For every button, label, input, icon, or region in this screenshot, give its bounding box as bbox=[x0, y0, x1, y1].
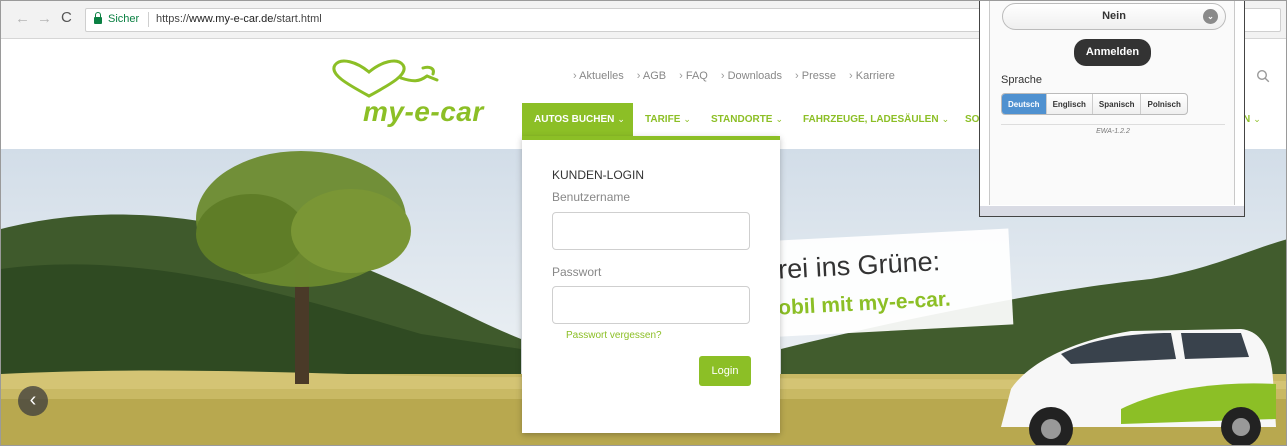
slogan-line-2: obil mit my-e-car. bbox=[777, 287, 952, 320]
anmelden-button[interactable]: Anmelden bbox=[1074, 39, 1151, 66]
screenshot: ← → C Sicher https://www.my-e-car.de/sta… bbox=[0, 0, 1287, 446]
password-field[interactable] bbox=[552, 286, 750, 324]
app-version: EWA-1.2.2 bbox=[1096, 128, 1130, 135]
nav-autos-buchen-label: AUTOS BUCHEN bbox=[534, 114, 615, 125]
site-logo[interactable]: my-e-car bbox=[323, 58, 503, 133]
chevron-down-icon: ⌄ bbox=[1253, 114, 1261, 124]
nav-autos-buchen[interactable]: AUTOS BUCHEN ⌄ bbox=[522, 103, 633, 136]
back-button[interactable]: ← bbox=[15, 11, 30, 27]
nav-so-partial[interactable]: SO bbox=[965, 103, 979, 136]
nav-n-partial[interactable]: N ⌄ bbox=[1243, 103, 1261, 136]
chevron-down-icon: ⌄ bbox=[941, 114, 950, 124]
nav-standorte[interactable]: STANDORTE ⌄ bbox=[711, 103, 783, 136]
search-icon[interactable] bbox=[1256, 69, 1270, 83]
lang-englisch-button[interactable]: Englisch bbox=[1047, 94, 1093, 114]
forgot-password-link[interactable]: Passwort vergessen? bbox=[566, 330, 662, 341]
url-path: /start.html bbox=[273, 13, 322, 25]
top-link-faq[interactable]: FAQ bbox=[679, 70, 708, 82]
forward-button[interactable]: → bbox=[37, 11, 52, 27]
password-label: Passwort bbox=[552, 265, 602, 279]
chevron-down-icon: ⌄ bbox=[683, 114, 691, 124]
nav-standorte-label: STANDORTE bbox=[711, 114, 773, 125]
chevron-down-icon: ⌄ bbox=[1203, 9, 1218, 24]
hero-slogan: rei ins Grüne: obil mit my-e-car. bbox=[758, 228, 1014, 338]
top-link-downloads[interactable]: Downloads bbox=[721, 70, 782, 82]
login-title: KUNDEN-LOGIN bbox=[552, 168, 645, 182]
address-divider bbox=[148, 12, 149, 27]
logo-text: my-e-car bbox=[363, 96, 484, 127]
carousel-prev-button[interactable]: ‹ bbox=[18, 386, 48, 416]
inset-app-screenshot: Nein ⌄ Anmelden Sprache Deutsch Englisch… bbox=[979, 1, 1245, 217]
chevron-down-icon: ⌄ bbox=[617, 114, 625, 124]
nav-tarife-label: TARIFE bbox=[645, 114, 681, 125]
username-field[interactable] bbox=[552, 212, 750, 250]
username-label: Benutzername bbox=[552, 190, 631, 204]
lang-spanisch-button[interactable]: Spanisch bbox=[1093, 94, 1142, 114]
chevron-down-icon: ⌄ bbox=[775, 114, 784, 124]
inset-bottom-bar bbox=[980, 206, 1244, 216]
lang-polnisch-button[interactable]: Polnisch bbox=[1141, 94, 1186, 114]
sprache-label: Sprache bbox=[1001, 74, 1042, 86]
top-link-aktuelles[interactable]: Aktuelles bbox=[573, 70, 624, 82]
login-dropdown: KUNDEN-LOGIN Benutzername Passwort Passw… bbox=[522, 136, 780, 433]
top-link-presse[interactable]: Presse bbox=[795, 70, 836, 82]
secure-label: Sicher bbox=[108, 13, 140, 25]
lang-deutsch-button[interactable]: Deutsch bbox=[1002, 94, 1047, 114]
lock-icon bbox=[94, 12, 102, 25]
url-host: www.my-e-car.de bbox=[189, 13, 274, 25]
top-links: Aktuelles AGB FAQ Downloads Presse Karriere bbox=[573, 70, 908, 82]
top-link-agb[interactable]: AGB bbox=[637, 70, 666, 82]
top-link-karriere[interactable]: Karriere bbox=[849, 70, 895, 82]
nav-fahrzeuge-label: FAHRZEUGE, LADESÄULEN bbox=[803, 114, 939, 125]
nav-tarife[interactable]: TARIFE ⌄ bbox=[645, 103, 691, 136]
nein-select-value: Nein bbox=[1102, 10, 1126, 22]
nein-select[interactable]: Nein ⌄ bbox=[1002, 3, 1226, 30]
url-text: https://www.my-e-car.de/start.html bbox=[156, 13, 322, 25]
slogan-line-1: rei ins Grüne: bbox=[777, 246, 941, 285]
inset-divider bbox=[1001, 124, 1225, 125]
url-prefix: https:// bbox=[156, 13, 190, 25]
language-selector: Deutsch Englisch Spanisch Polnisch bbox=[1001, 93, 1188, 115]
inset-app-panel: Nein ⌄ Anmelden Sprache Deutsch Englisch… bbox=[989, 1, 1235, 205]
nav-fahrzeuge[interactable]: FAHRZEUGE, LADESÄULEN ⌄ bbox=[803, 103, 949, 136]
reload-button[interactable]: C bbox=[61, 10, 72, 26]
login-button[interactable]: Login bbox=[699, 356, 751, 386]
